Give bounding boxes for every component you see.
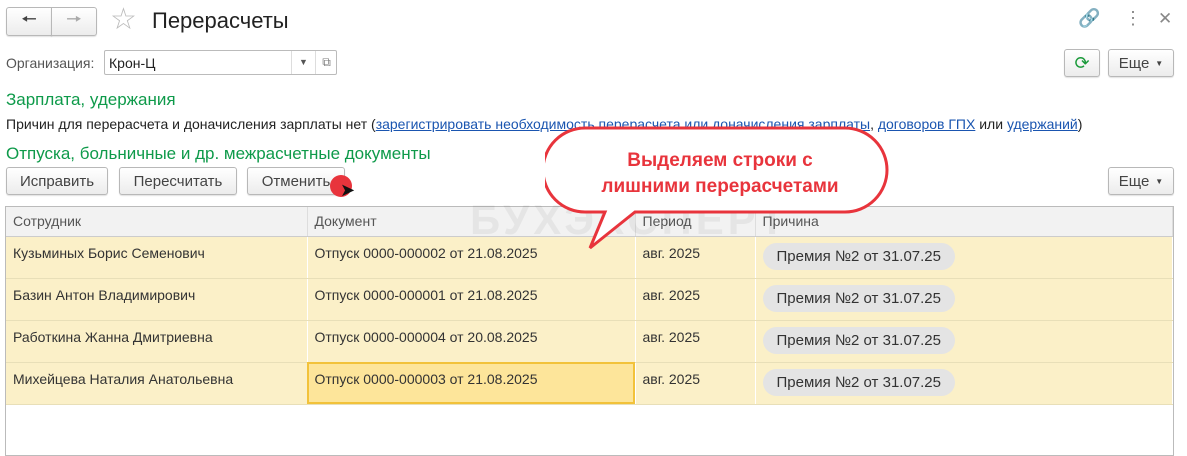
forward-button[interactable]: 🠖: [51, 7, 97, 36]
chevron-down-icon: ▼: [1155, 58, 1164, 68]
back-button[interactable]: 🠔: [6, 7, 52, 36]
dropdown-icon[interactable]: ▼: [291, 51, 315, 74]
or-text: или: [975, 116, 1007, 132]
cell-reason[interactable]: Премия №2 от 31.07.25: [755, 320, 1173, 363]
cell-reason[interactable]: Премия №2 от 31.07.25: [755, 362, 1173, 405]
cell-document[interactable]: Отпуск 0000-000004 от 20.08.2025: [307, 320, 636, 363]
cell-document[interactable]: Отпуск 0000-000003 от 21.08.2025: [307, 362, 636, 405]
recalc-button[interactable]: Пересчитать: [119, 167, 237, 195]
close-icon[interactable]: ✕: [1158, 9, 1172, 29]
arrow-right-icon: 🠖: [66, 8, 82, 29]
cell-employee[interactable]: Михейцева Наталия Анатольевна: [6, 362, 308, 405]
more-vert-icon[interactable]: ⋮: [1124, 8, 1142, 29]
cell-period[interactable]: авг. 2025: [635, 278, 756, 321]
vacations-heading: Отпуска, больничные и др. межрасчетные д…: [6, 144, 431, 163]
refresh-icon: ⟳: [1074, 52, 1090, 73]
table-row[interactable]: Базин Антон Владимирович Отпуск 0000-0000…: [6, 278, 1173, 321]
cell-document[interactable]: Отпуск 0000-000001 от 21.08.2025: [307, 278, 636, 321]
close-paren: ): [1077, 116, 1083, 132]
cell-period[interactable]: авг. 2025: [635, 362, 756, 405]
salary-heading: Зарплата, удержания: [6, 90, 176, 109]
refresh-button[interactable]: ⟳: [1064, 49, 1100, 77]
table-row[interactable]: Михейцева Наталия Анатольевна Отпуск 0000…: [6, 362, 1173, 405]
reason-badge[interactable]: Премия №2 от 31.07.25: [762, 368, 955, 396]
salary-text-static: Причин для перерасчета и доначисления за…: [6, 116, 376, 132]
open-icon[interactable]: ⧉: [315, 51, 337, 74]
org-label: Организация:: [6, 55, 95, 71]
more-label: Еще: [1118, 172, 1150, 190]
callout-line1: Выделяем строки с: [627, 150, 813, 171]
table-row[interactable]: Работкина Жанна Дмитриевна Отпуск 0000-00…: [6, 320, 1173, 363]
org-value: Крон-Ц: [109, 55, 156, 71]
cell-employee[interactable]: Базин Антон Владимирович: [6, 278, 308, 321]
deductions-link[interactable]: удержаний: [1007, 116, 1078, 132]
callout-text: Выделяем строки с лишними перерасчетами: [560, 148, 880, 200]
cell-reason[interactable]: Премия №2 от 31.07.25: [755, 278, 1173, 321]
cursor-icon: ➤: [340, 180, 356, 200]
link-icon[interactable]: 🔗: [1078, 8, 1100, 29]
table-more-button[interactable]: Еще ▼: [1108, 167, 1174, 195]
more-label: Еще: [1118, 54, 1150, 72]
org-field[interactable]: Крон-Ц ▼ ⧉: [104, 50, 337, 75]
reason-badge[interactable]: Премия №2 от 31.07.25: [762, 326, 955, 354]
arrow-left-icon: 🠔: [21, 8, 37, 29]
favorite-star-icon[interactable]: ☆: [110, 2, 137, 37]
chevron-down-icon: ▼: [1155, 176, 1164, 186]
cell-employee[interactable]: Кузьминых Борис Семенович: [6, 236, 308, 279]
col-employee[interactable]: Сотрудник: [6, 207, 308, 237]
fix-button[interactable]: Исправить: [6, 167, 108, 195]
more-button[interactable]: Еще ▼: [1108, 49, 1174, 77]
cell-employee[interactable]: Работкина Жанна Дмитриевна: [6, 320, 308, 363]
page-title: Перерасчеты: [152, 8, 289, 33]
cell-period[interactable]: авг. 2025: [635, 320, 756, 363]
reason-badge[interactable]: Премия №2 от 31.07.25: [762, 284, 955, 312]
callout-line2: лишними перерасчетами: [601, 176, 839, 197]
